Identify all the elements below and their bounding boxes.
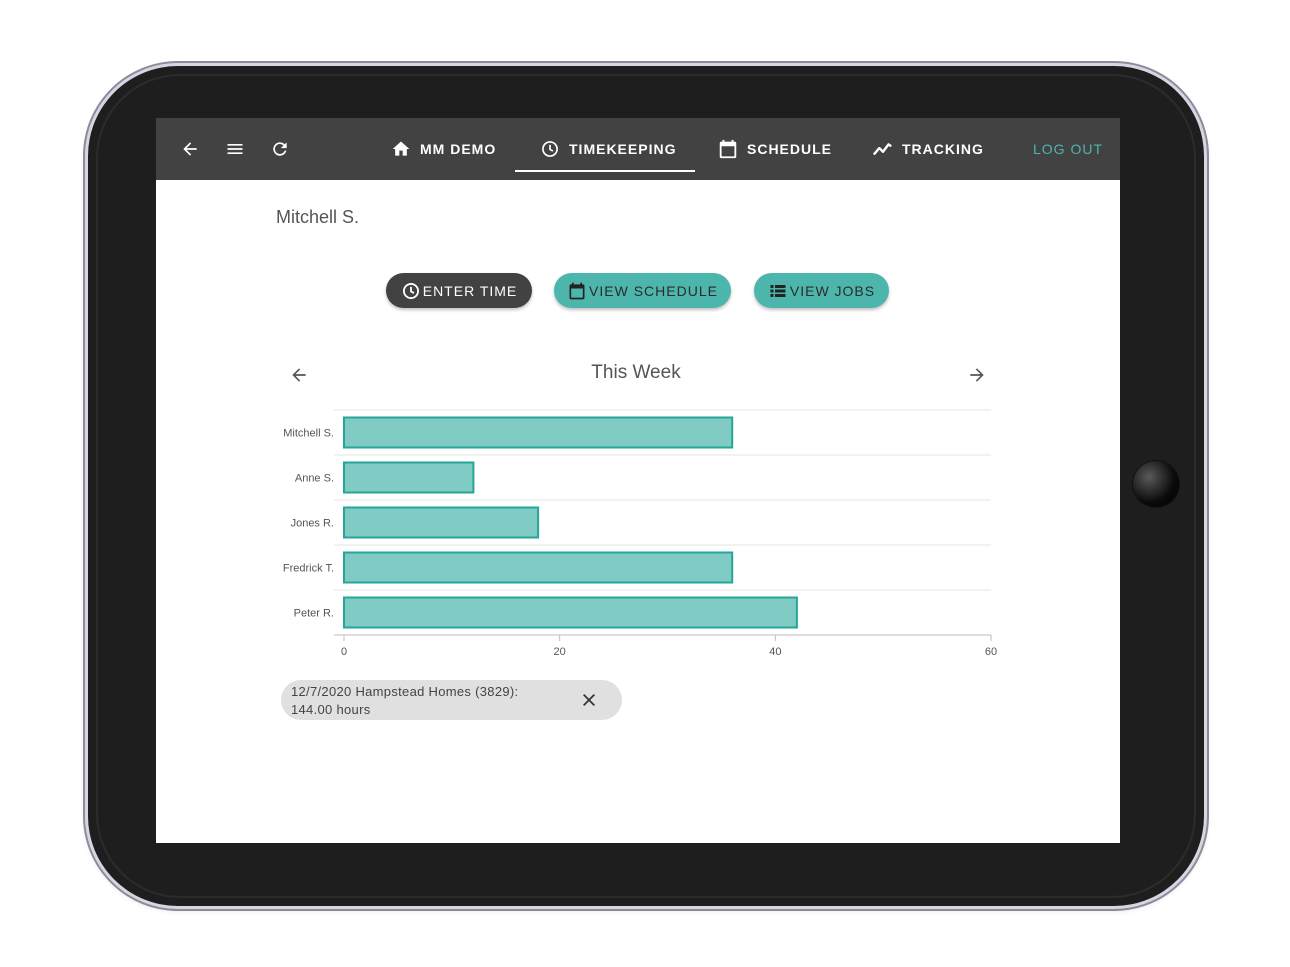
clock-icon (539, 138, 561, 160)
nav-tracking-label: TRACKING (902, 141, 984, 157)
enter-time-button[interactable]: ENTER TIME (386, 273, 532, 308)
nav-mm-demo[interactable]: MM DEMO (390, 118, 496, 180)
view-schedule-button[interactable]: VIEW SCHEDULE (554, 273, 731, 308)
nav-timekeeping-label: TIMEKEEPING (569, 141, 677, 157)
nav-mm-demo-label: MM DEMO (420, 141, 497, 157)
x-tick-label: 20 (554, 646, 566, 658)
calendar-icon (567, 281, 587, 301)
clock-icon (401, 281, 421, 301)
bar (343, 416, 734, 449)
category-label: Peter R. (294, 608, 334, 620)
chip-line-2: 144.00 hours (291, 702, 371, 717)
nav-schedule[interactable]: SCHEDULE (717, 118, 832, 180)
view-schedule-label: VIEW SCHEDULE (589, 282, 718, 299)
home-icon (390, 138, 412, 160)
chip-line-1: 12/7/2020 Hampstead Homes (3829): (291, 684, 519, 699)
view-jobs-label: VIEW JOBS (789, 282, 876, 299)
menu-icon[interactable] (223, 137, 247, 161)
top-app-bar: MM DEMO TIMEKEEPING SCHEDULE TRACKING LO… (156, 118, 1120, 180)
back-arrow-icon[interactable] (178, 137, 202, 161)
category-label: Mitchell S. (283, 428, 334, 440)
bar (343, 461, 475, 494)
nav-schedule-label: SCHEDULE (747, 141, 833, 157)
previous-week-arrow-icon[interactable] (286, 362, 312, 388)
chip-text: 12/7/2020 Hampstead Homes (3829): 144.00… (291, 683, 561, 719)
enter-time-label: ENTER TIME (422, 282, 518, 299)
hours-bar-chart: Mitchell S. Anne S. Jones R. Fredrick T. Pet… (283, 409, 997, 658)
close-icon[interactable] (579, 690, 599, 710)
list-icon (768, 281, 788, 301)
logout-link[interactable]: LOG OUT (1033, 118, 1103, 180)
entry-chip[interactable]: 12/7/2020 Hampstead Homes (3829): 144.00… (281, 680, 622, 720)
refresh-icon[interactable] (268, 137, 292, 161)
week-title: This Week (591, 362, 681, 383)
view-jobs-button[interactable]: VIEW JOBS (754, 273, 889, 308)
tablet-home-button (1133, 461, 1179, 507)
bar (343, 551, 734, 584)
x-tick-label: 60 (985, 646, 997, 658)
calendar-icon (717, 138, 739, 160)
x-tick-label: 40 (769, 646, 781, 658)
next-week-arrow-icon[interactable] (964, 362, 990, 388)
active-tab-indicator (515, 170, 695, 172)
bar (343, 596, 798, 629)
category-label: Fredrick T. (283, 563, 334, 575)
trending-icon (872, 138, 894, 160)
user-name: Mitchell S. (276, 207, 360, 227)
bar (343, 506, 540, 539)
x-tick-label: 0 (341, 646, 347, 658)
category-label: Anne S. (295, 473, 334, 485)
category-label: Jones R. (291, 518, 334, 530)
app-screen: MM DEMO TIMEKEEPING SCHEDULE TRACKING LO… (156, 118, 1120, 843)
nav-tracking[interactable]: TRACKING (872, 118, 984, 180)
